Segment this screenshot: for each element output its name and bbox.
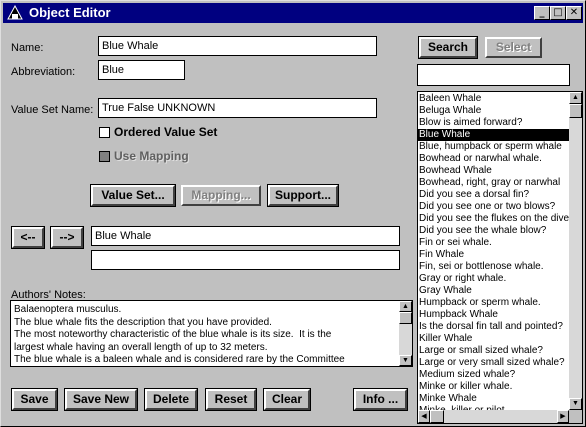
maximize-button[interactable]: □: [550, 6, 566, 20]
name-field[interactable]: Blue Whale: [98, 36, 377, 56]
authors-notes-textarea[interactable]: Balaenoptera musculus. The blue whale fit…: [10, 300, 413, 367]
notes-line: Balaenoptera musculus.: [14, 304, 122, 315]
use-mapping-checkbox[interactable]: [99, 151, 110, 162]
use-mapping-label: Use Mapping: [114, 149, 189, 163]
list-scroll-thumb[interactable]: [569, 104, 582, 118]
list-scroll-right-icon[interactable]: ▶: [557, 410, 569, 423]
authors-notes-text: Balaenoptera musculus. The blue whale fit…: [14, 304, 394, 366]
title-bar[interactable]: Object Editor _ □ ✕: [3, 3, 583, 23]
value-set-button[interactable]: Value Set...: [90, 184, 176, 207]
mapping-button[interactable]: Mapping...: [181, 185, 261, 206]
search-button[interactable]: Search: [418, 36, 478, 59]
select-button[interactable]: Select: [485, 37, 542, 58]
save-button[interactable]: Save: [11, 388, 58, 411]
value-set-name-field[interactable]: True False UNKNOWN: [98, 98, 377, 118]
next-button[interactable]: -->: [50, 226, 84, 249]
notes-scrollbar[interactable]: ▲ ▼: [399, 301, 412, 366]
info-button[interactable]: Info ...: [353, 388, 408, 411]
list-item[interactable]: Minke or killer whale.: [418, 381, 569, 393]
close-button[interactable]: ✕: [566, 6, 582, 20]
list-item[interactable]: Medium sized whale?: [418, 369, 569, 381]
save-new-button[interactable]: Save New: [64, 388, 138, 411]
notes-line: largest whale having an overall length o…: [14, 341, 268, 353]
list-scroll-up-icon[interactable]: ▲: [569, 92, 582, 104]
reset-button[interactable]: Reset: [205, 388, 257, 411]
list-item[interactable]: Fin or sei whale.: [418, 237, 569, 249]
list-item[interactable]: Blow is aimed forward?: [418, 117, 569, 129]
object-list-vscrollbar[interactable]: ▲ ▼: [569, 92, 582, 410]
list-item[interactable]: Humpback or sperm whale.: [418, 297, 569, 309]
list-item[interactable]: Did you see one or two blows?: [418, 201, 569, 213]
notes-line: The blue whale fits the description that…: [14, 316, 272, 328]
object-list-items: Baleen Whale Beluga Whale Blow is aimed fo…: [418, 93, 569, 417]
list-item[interactable]: Humpback Whale: [418, 309, 569, 321]
search-input[interactable]: [417, 64, 570, 86]
list-item[interactable]: Is the dorsal fin tall and pointed?: [418, 321, 569, 333]
list-item[interactable]: Beluga Whale: [418, 105, 569, 117]
list-item[interactable]: Large or small sized whale?: [418, 345, 569, 357]
abbreviation-field[interactable]: Blue: [98, 60, 185, 80]
notes-scroll-down-icon[interactable]: ▼: [399, 355, 412, 366]
list-item[interactable]: Did you see the flukes on the dive?: [418, 213, 569, 225]
object-list-hscrollbar[interactable]: ◀ ▶: [418, 410, 569, 423]
list-scroll-left-icon[interactable]: ◀: [418, 410, 430, 423]
list-item[interactable]: Blue Whale: [418, 129, 569, 141]
notes-line: The blue whale is a baleen whale and is …: [14, 354, 345, 365]
list-item[interactable]: Fin, sei or bottlenose whale.: [418, 261, 569, 273]
list-item[interactable]: Did you see a dorsal fin?: [418, 189, 569, 201]
list-item[interactable]: Bowhead or narwhal whale.: [418, 153, 569, 165]
secondary-value-field[interactable]: [91, 250, 400, 270]
list-hscroll-thumb[interactable]: [430, 410, 444, 423]
notes-line: The most noteworthy characteristic of th…: [14, 329, 332, 340]
list-item[interactable]: Did you see the whale blow?: [418, 225, 569, 237]
ordered-value-set-checkbox[interactable]: [99, 127, 110, 138]
list-item[interactable]: Large or very small sized whale?: [418, 357, 569, 369]
previous-button[interactable]: <--: [11, 226, 45, 249]
list-item[interactable]: Killer Whale: [418, 333, 569, 345]
clear-button[interactable]: Clear: [263, 388, 311, 411]
name-label: Name:: [11, 42, 44, 54]
app-icon: [7, 5, 23, 20]
notes-scroll-up-icon[interactable]: ▲: [399, 301, 412, 312]
value-set-name-label: Value Set Name:: [11, 104, 94, 116]
list-item[interactable]: Minke Whale: [418, 393, 569, 405]
list-scroll-down-icon[interactable]: ▼: [569, 398, 582, 410]
object-editor-window: Object Editor _ □ ✕ Name: Blue Whale Abb…: [0, 0, 586, 427]
list-item[interactable]: Baleen Whale: [418, 93, 569, 105]
list-item[interactable]: Bowhead, right, gray or narwhal: [418, 177, 569, 189]
list-item[interactable]: Fin Whale: [418, 249, 569, 261]
delete-button[interactable]: Delete: [144, 388, 198, 411]
support-button[interactable]: Support...: [267, 184, 339, 207]
object-list[interactable]: Baleen Whale Beluga Whale Blow is aimed fo…: [417, 91, 583, 424]
notes-scroll-thumb[interactable]: [399, 312, 412, 324]
abbreviation-label: Abbreviation:: [11, 66, 76, 78]
list-item[interactable]: Blue, humpback or sperm whale: [418, 141, 569, 153]
scroll-corner: [569, 410, 582, 423]
current-value-field[interactable]: Blue Whale: [91, 226, 400, 246]
list-item[interactable]: Gray Whale: [418, 285, 569, 297]
list-item[interactable]: Bowhead Whale: [418, 165, 569, 177]
window-title: Object Editor: [29, 5, 111, 20]
minimize-button[interactable]: _: [534, 6, 550, 20]
ordered-value-set-label: Ordered Value Set: [114, 125, 218, 139]
list-item[interactable]: Gray or right whale.: [418, 273, 569, 285]
